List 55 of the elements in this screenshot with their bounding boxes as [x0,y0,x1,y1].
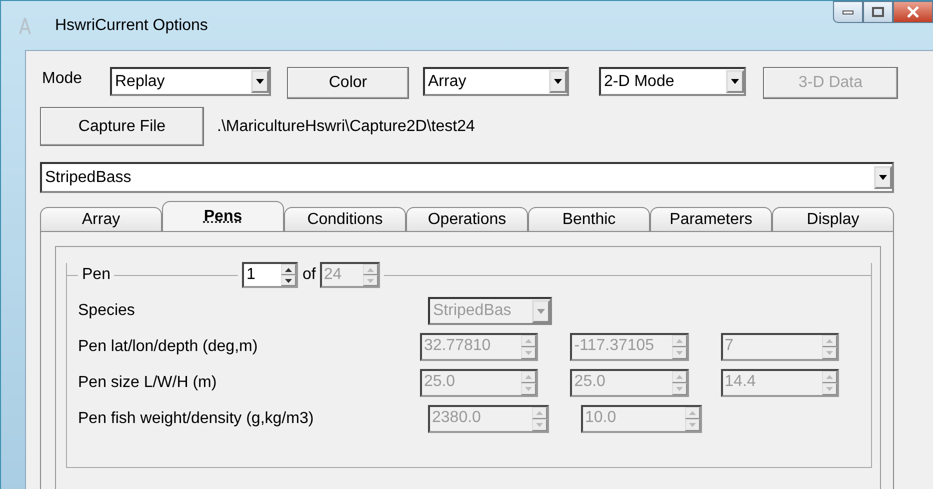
field-label: Pen fish weight/density (g,kg/m3) [78,410,315,428]
down-arrow-icon [826,387,834,391]
minimize-icon [842,9,854,15]
minimize-button[interactable] [833,1,863,23]
tab[interactable]: Benthic [528,207,650,231]
caret-down-icon [537,308,545,314]
up-arrow-icon [826,375,834,379]
up-arrow-icon [366,268,374,272]
capture-path: .\MaricultureHswri\Capture2D\test24 [217,118,475,136]
tab[interactable]: Display [772,207,894,231]
species-label: Species [78,302,136,320]
maximize-icon [872,7,884,17]
up-arrow-icon [676,339,683,343]
caret-down-icon [554,79,562,84]
close-button[interactable] [893,1,933,23]
down-arrow-icon [826,351,834,355]
tab[interactable]: Parameters [650,207,772,231]
of-label: of [302,266,316,284]
up-arrow-icon [536,411,543,415]
dimension-dropdown[interactable]: 2-D Mode [599,67,746,96]
tab[interactable]: Array [40,207,162,231]
window-title: HswriCurrent Options [55,16,208,34]
color-button[interactable]: Color [287,67,409,99]
field-label: Pen size L/W/H (m) [78,374,218,392]
down-arrow-icon [676,387,683,391]
tab[interactable]: Pens [162,201,284,231]
down-arrow-icon [536,423,543,427]
app-icon [17,16,33,34]
down-arrow-icon [525,387,532,391]
caret-down-icon [879,175,887,180]
tab[interactable]: Operations [406,207,528,231]
down-arrow-icon [285,278,292,282]
tab[interactable]: Conditions [284,207,406,231]
mode-label: Mode [42,70,84,88]
species-dropdown[interactable]: StripedBass [40,162,894,193]
down-arrow-icon [689,423,696,427]
caret-down-icon [256,79,264,84]
up-arrow-icon [826,339,834,343]
mode-dropdown[interactable]: Replay [110,67,271,96]
close-icon [906,6,920,18]
down-arrow-icon [525,351,532,355]
down-arrow-icon [366,278,374,282]
up-arrow-icon [689,411,696,415]
group-title: Pen [82,266,110,284]
pen-index-spinner[interactable]: 1 [242,262,298,288]
view-dropdown[interactable]: Array [423,67,569,96]
maximize-button[interactable] [863,1,893,23]
up-arrow-icon [525,375,532,379]
up-arrow-icon [676,375,683,379]
field-label: Pen lat/lon/depth (deg,m) [78,338,259,356]
caret-down-icon [731,79,739,84]
up-arrow-icon [285,268,292,272]
down-arrow-icon [676,351,683,355]
capture-file-button[interactable]: Capture File [40,107,204,146]
up-arrow-icon [525,339,532,343]
